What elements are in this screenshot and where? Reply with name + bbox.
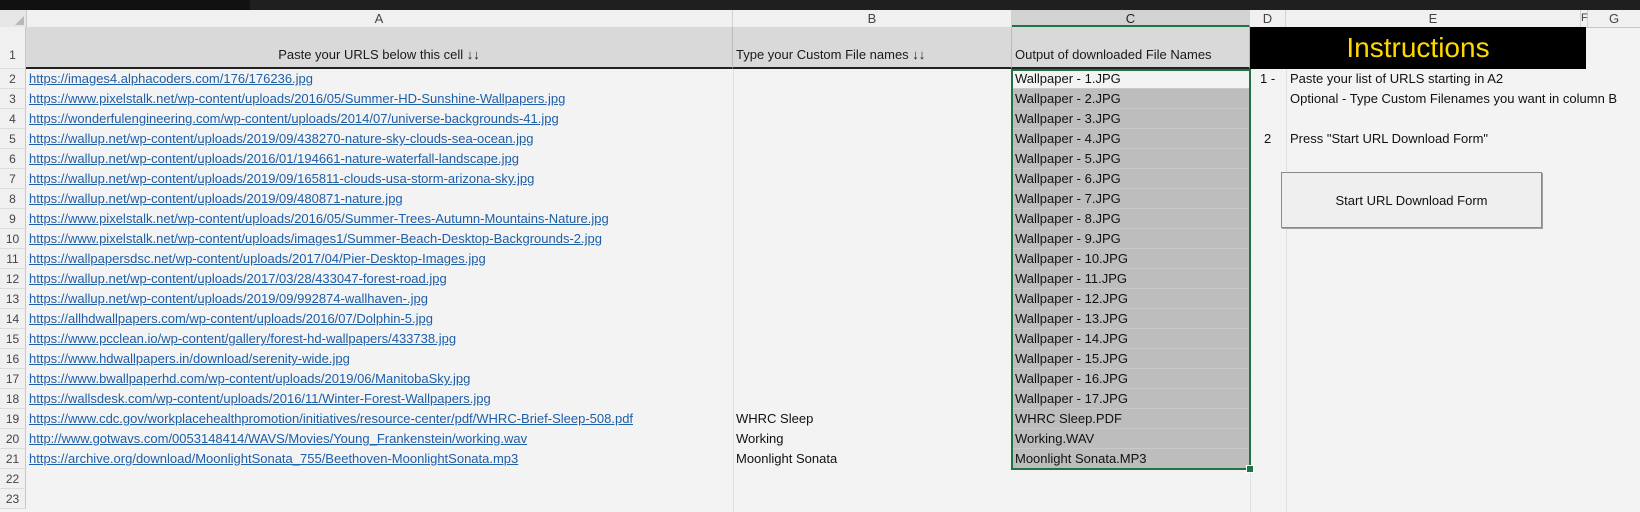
output-name-cell[interactable]: Wallpaper - 5.JPG [1012, 149, 1250, 169]
url-link[interactable]: https://wallup.net/wp-content/uploads/20… [29, 289, 428, 309]
url-link[interactable]: https://www.pcclean.io/wp-content/galler… [29, 329, 456, 349]
url-link[interactable]: https://wallup.net/wp-content/uploads/20… [29, 169, 534, 189]
row-header[interactable]: 19 [0, 409, 26, 429]
spreadsheet-grid[interactable]: A B C D E F G 1 2 3 4 5 6 7 8 9 10 11 12… [0, 10, 1640, 512]
column-header-row: A B C D E F G [0, 10, 1640, 28]
gridline [1250, 69, 1251, 512]
row-header[interactable]: 17 [0, 369, 26, 389]
row-header[interactable]: 6 [0, 149, 26, 169]
url-link[interactable]: https://www.cdc.gov/workplacehealthpromo… [29, 409, 633, 429]
output-name-cell[interactable]: Wallpaper - 8.JPG [1012, 209, 1250, 229]
window-topbar-left [0, 0, 250, 10]
url-link[interactable]: https://www.pixelstalk.net/wp-content/up… [29, 209, 609, 229]
row-header[interactable]: 8 [0, 189, 26, 209]
column-header-a[interactable]: A [26, 10, 733, 27]
header-cell-custom-names[interactable]: Type your Custom File names ↓↓ [733, 27, 1012, 69]
url-link[interactable]: https://wallup.net/wp-content/uploads/20… [29, 189, 403, 209]
output-name-cell[interactable]: Working.WAV [1012, 429, 1250, 449]
row-header[interactable]: 12 [0, 269, 26, 289]
row-header[interactable]: 14 [0, 309, 26, 329]
header-cell-output-names[interactable]: Output of downloaded File Names [1012, 27, 1250, 69]
column-header-g[interactable]: G [1588, 10, 1640, 27]
row-header[interactable]: 9 [0, 209, 26, 229]
row-header[interactable]: 20 [0, 429, 26, 449]
row-header[interactable]: 23 [0, 489, 26, 509]
url-link[interactable]: https://wallpapersdsc.net/wp-content/upl… [29, 249, 486, 269]
url-link[interactable]: https://allhdwallpapers.com/wp-content/u… [29, 309, 433, 329]
output-name-cell[interactable]: Wallpaper - 1.JPG [1012, 69, 1250, 89]
output-name-cell[interactable]: Wallpaper - 12.JPG [1012, 289, 1250, 309]
instruction-step2-text: Press "Start URL Download Form" [1290, 131, 1489, 146]
row-header[interactable]: 22 [0, 469, 26, 489]
row-header[interactable]: 15 [0, 329, 26, 349]
url-link[interactable]: https://wonderfulengineering.com/wp-cont… [29, 109, 559, 129]
output-name-cell[interactable]: Wallpaper - 3.JPG [1012, 109, 1250, 129]
url-link[interactable]: https://www.hdwallpapers.in/download/ser… [29, 349, 350, 369]
column-header-b[interactable]: B [733, 10, 1012, 27]
url-link[interactable]: https://wallup.net/wp-content/uploads/20… [29, 269, 447, 289]
custom-name-cell[interactable]: Working [736, 429, 783, 449]
url-link[interactable]: https://www.bwallpaperhd.com/wp-content/… [29, 369, 470, 389]
output-name-cell[interactable]: Wallpaper - 17.JPG [1012, 389, 1250, 409]
row-header[interactable]: 16 [0, 349, 26, 369]
instruction-step1-optional: Optional - Type Custom Filenames you wan… [1290, 91, 1618, 106]
column-header-c[interactable]: C [1012, 10, 1250, 27]
column-header-d[interactable]: D [1250, 10, 1286, 27]
output-name-cell[interactable]: Wallpaper - 2.JPG [1012, 89, 1250, 109]
window-topbar [0, 0, 1640, 10]
url-link[interactable]: http://www.gotwavs.com/0053148414/WAVS/M… [29, 429, 527, 449]
instruction-step1-number: 1 - [1260, 71, 1276, 86]
row-header[interactable]: 5 [0, 129, 26, 149]
row-header[interactable]: 4 [0, 109, 26, 129]
url-link[interactable]: https://wallup.net/wp-content/uploads/20… [29, 129, 533, 149]
custom-name-cell[interactable]: WHRC Sleep [736, 409, 813, 429]
output-name-cell[interactable]: WHRC Sleep.PDF [1012, 409, 1250, 429]
column-header-e[interactable]: E [1286, 10, 1581, 27]
instructions-title: Instructions [1250, 27, 1586, 69]
select-all-corner[interactable] [0, 10, 27, 27]
output-name-cell[interactable]: Moonlight Sonata.MP3 [1012, 449, 1250, 469]
row-header[interactable]: 21 [0, 449, 26, 469]
output-name-cell[interactable]: Wallpaper - 14.JPG [1012, 329, 1250, 349]
output-name-cell[interactable]: Wallpaper - 13.JPG [1012, 309, 1250, 329]
output-name-cell[interactable]: Wallpaper - 11.JPG [1012, 269, 1250, 289]
fill-handle[interactable] [1246, 465, 1254, 473]
url-link[interactable]: https://wallup.net/wp-content/uploads/20… [29, 149, 519, 169]
row-header[interactable]: 10 [0, 229, 26, 249]
url-link[interactable]: https://images4.alphacoders.com/176/1762… [29, 69, 313, 89]
output-name-cell[interactable]: Wallpaper - 10.JPG [1012, 249, 1250, 269]
instruction-step1-text: Paste your list of URLS starting in A2 [1290, 71, 1504, 86]
start-url-download-button[interactable]: Start URL Download Form [1281, 172, 1542, 228]
gridline [733, 69, 734, 512]
row-header[interactable]: 2 [0, 69, 26, 89]
url-link[interactable]: https://www.pixelstalk.net/wp-content/up… [29, 229, 602, 249]
row-header[interactable]: 13 [0, 289, 26, 309]
row-header[interactable]: 11 [0, 249, 26, 269]
gridline [1286, 69, 1287, 512]
row-header[interactable]: 18 [0, 389, 26, 409]
row-header[interactable]: 7 [0, 169, 26, 189]
custom-name-cell[interactable]: Moonlight Sonata [736, 449, 837, 469]
output-name-cell[interactable]: Wallpaper - 16.JPG [1012, 369, 1250, 389]
row-header[interactable]: 1 [0, 27, 26, 69]
output-name-cell[interactable]: Wallpaper - 15.JPG [1012, 349, 1250, 369]
output-name-cell[interactable]: Wallpaper - 6.JPG [1012, 169, 1250, 189]
output-name-cell[interactable]: Wallpaper - 9.JPG [1012, 229, 1250, 249]
url-link[interactable]: https://archive.org/download/MoonlightSo… [29, 449, 518, 469]
url-link[interactable]: https://wallsdesk.com/wp-content/uploads… [29, 389, 491, 409]
column-header-f[interactable]: F [1581, 10, 1588, 27]
header-cell-urls[interactable]: Paste your URLS below this cell ↓↓ [26, 27, 733, 69]
row-header[interactable]: 3 [0, 89, 26, 109]
instruction-step2-number: 2 [1264, 131, 1272, 146]
url-link[interactable]: https://www.pixelstalk.net/wp-content/up… [29, 89, 565, 109]
output-name-cell[interactable]: Wallpaper - 7.JPG [1012, 189, 1250, 209]
select-all-triangle-icon [15, 16, 24, 25]
output-name-cell[interactable]: Wallpaper - 4.JPG [1012, 129, 1250, 149]
